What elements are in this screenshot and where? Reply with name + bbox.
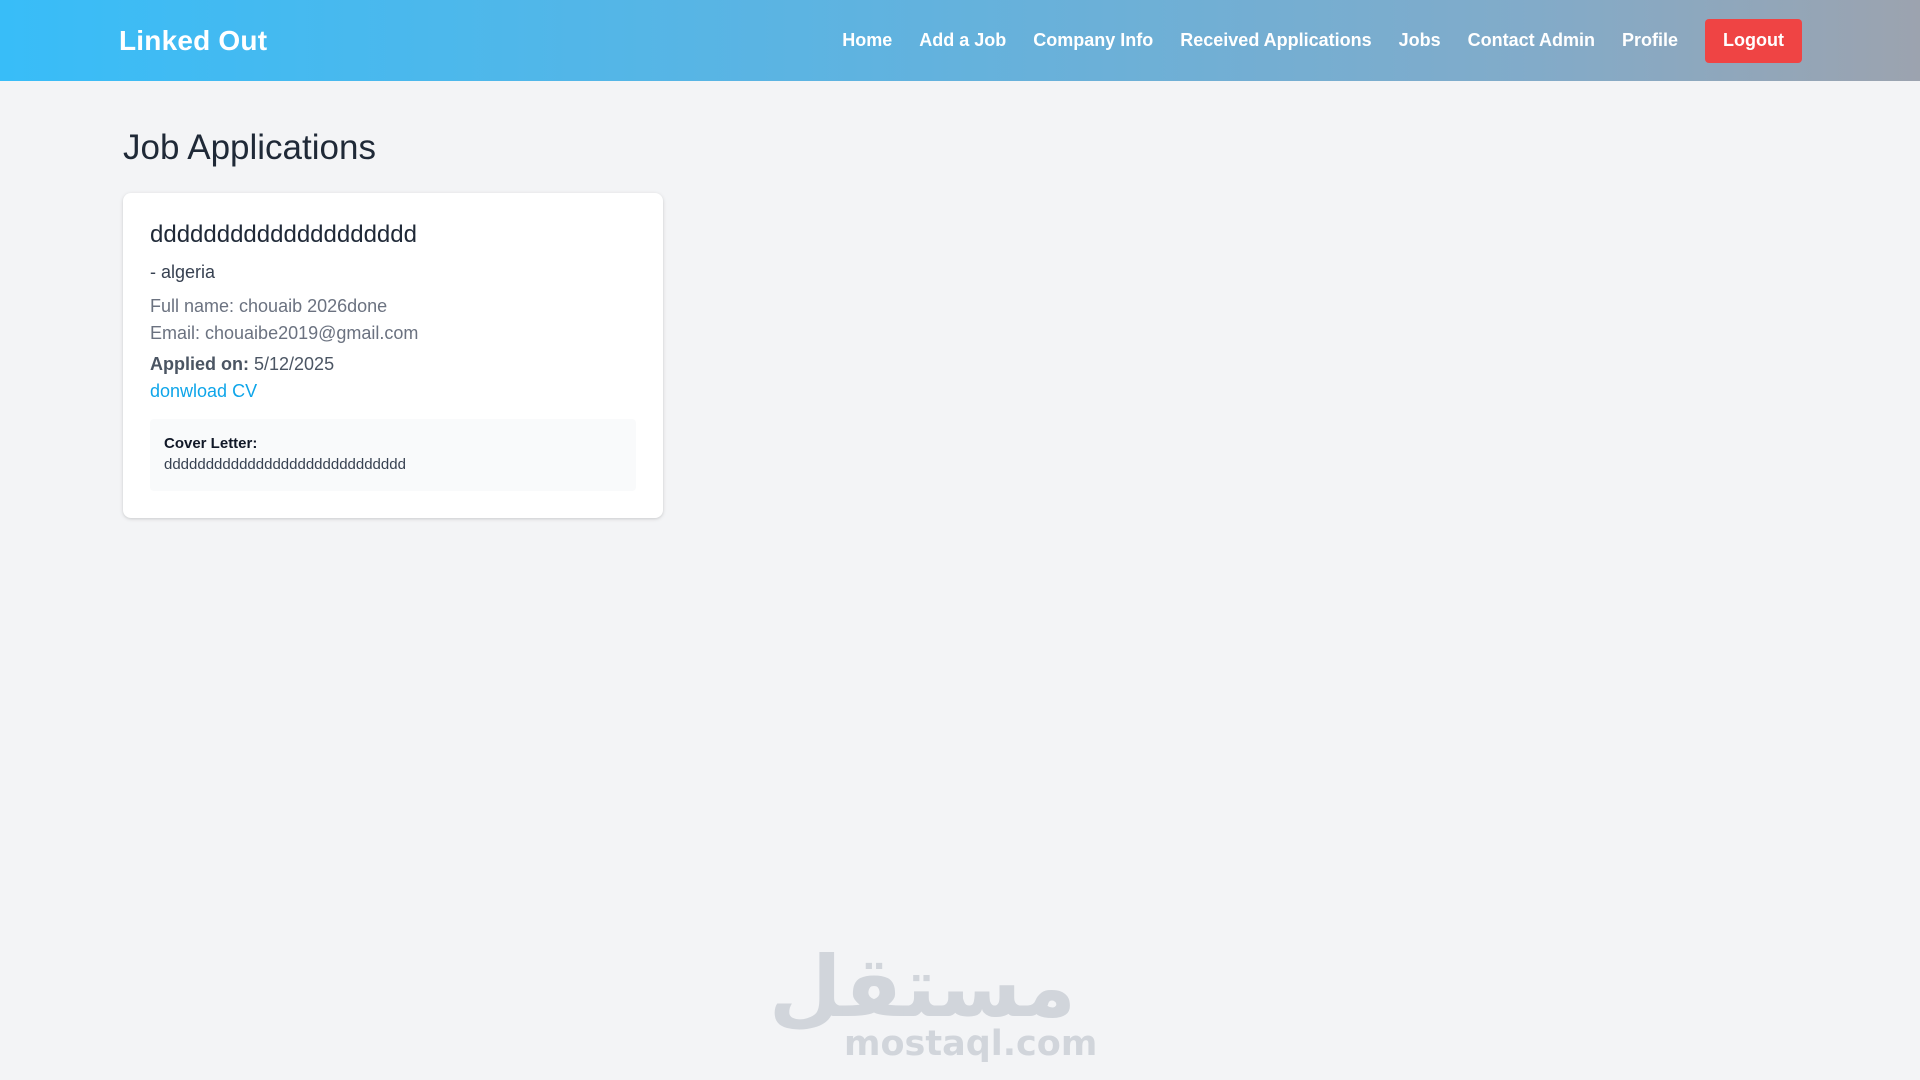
nav-link-add-job[interactable]: Add a Job <box>919 30 1006 51</box>
nav-link-contact-admin[interactable]: Contact Admin <box>1468 30 1595 51</box>
applied-on-date: 5/12/2025 <box>254 354 335 375</box>
nav-links: Home Add a Job Company Info Received App… <box>842 30 1678 51</box>
mostaql-watermark: مستقل mostaql.com <box>768 938 1098 1064</box>
nav-link-profile[interactable]: Profile <box>1622 30 1678 51</box>
top-navbar: Linked Out Home Add a Job Company Info R… <box>0 0 1920 81</box>
applied-on-label: Applied on: <box>150 354 249 375</box>
cover-letter-box: Cover Letter: dddddddddddddddddddddddddd… <box>150 419 636 492</box>
brand-logo[interactable]: Linked Out <box>119 25 267 57</box>
applied-on: Applied on: 5/12/2025 <box>150 351 636 378</box>
cover-letter-text: ddddddddddddddddddddddddddddd <box>164 456 406 474</box>
applicant-email: Email: chouaibe2019@gmail.com <box>150 323 419 344</box>
page-title: Job Applications <box>123 128 376 167</box>
nav-link-company-info[interactable]: Company Info <box>1033 30 1153 51</box>
application-card: dddddddddddddddddddd - algeria Full name… <box>123 193 663 519</box>
job-title: dddddddddddddddddddd <box>150 221 417 248</box>
nav-link-received-applications[interactable]: Received Applications <box>1180 30 1371 51</box>
watermark-latin-text: mostaql.com <box>844 1024 1098 1064</box>
logout-button[interactable]: Logout <box>1705 18 1802 63</box>
cover-letter-label: Cover Letter: <box>164 435 258 453</box>
job-location: - algeria <box>150 262 216 283</box>
nav-link-home[interactable]: Home <box>842 30 892 51</box>
nav-link-jobs[interactable]: Jobs <box>1399 30 1441 51</box>
watermark-arabic-text: مستقل <box>768 938 1076 1036</box>
main-content: Job Applications dddddddddddddddddddd - … <box>0 81 1920 519</box>
applicant-full-name: Full name: chouaib 2026done <box>150 296 388 317</box>
download-cv-link[interactable]: donwload CV <box>150 378 257 405</box>
